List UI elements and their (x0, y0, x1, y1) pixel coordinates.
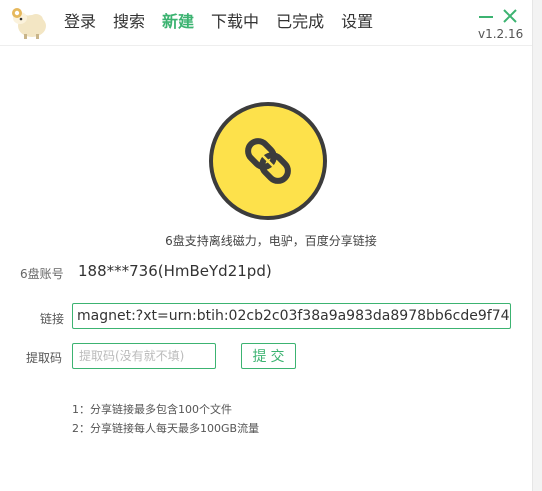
window-controls (477, 6, 521, 28)
version-label: v1.2.16 (478, 27, 524, 41)
header-bar: 登录 搜索 新建 下载中 已完成 设置 v1.2.16 (0, 0, 532, 46)
account-value: 188***736(HmBeYd21pd) (78, 262, 272, 280)
close-icon[interactable] (501, 6, 519, 26)
nav-settings[interactable]: 设置 (341, 11, 373, 33)
feature-tagline: 6盘支持离线磁力，电驴，百度分享链接 (165, 234, 377, 248)
nav-login[interactable]: 登录 (64, 11, 96, 33)
code-input[interactable] (72, 343, 216, 369)
note-item: 2：分享链接每人每天最多100GB流量 (72, 422, 260, 435)
window-edge (532, 0, 542, 491)
hero-badge (209, 102, 327, 220)
link-input[interactable] (72, 303, 511, 329)
main-nav: 登录 搜索 新建 下载中 已完成 设置 (64, 11, 390, 33)
link-icon (245, 138, 291, 184)
minimize-icon[interactable] (477, 6, 495, 26)
nav-search[interactable]: 搜索 (113, 11, 145, 33)
nav-new[interactable]: 新建 (162, 11, 194, 33)
notes-list: 1：分享链接最多包含100个文件 2：分享链接每人每天最多100GB流量 (72, 400, 259, 438)
link-label: 链接 (40, 312, 65, 326)
account-label: 6盘账号 (20, 267, 64, 281)
nav-completed[interactable]: 已完成 (276, 11, 324, 33)
sheep-logo-icon (12, 8, 46, 39)
note-item: 1：分享链接最多包含100个文件 (72, 403, 232, 416)
nav-downloading[interactable]: 下载中 (211, 11, 259, 33)
app-window: 登录 搜索 新建 下载中 已完成 设置 v1.2.16 6盘支持离线磁力，电驴，… (0, 0, 532, 491)
submit-button[interactable]: 提交 (241, 343, 296, 369)
code-label: 提取码 (26, 351, 63, 365)
